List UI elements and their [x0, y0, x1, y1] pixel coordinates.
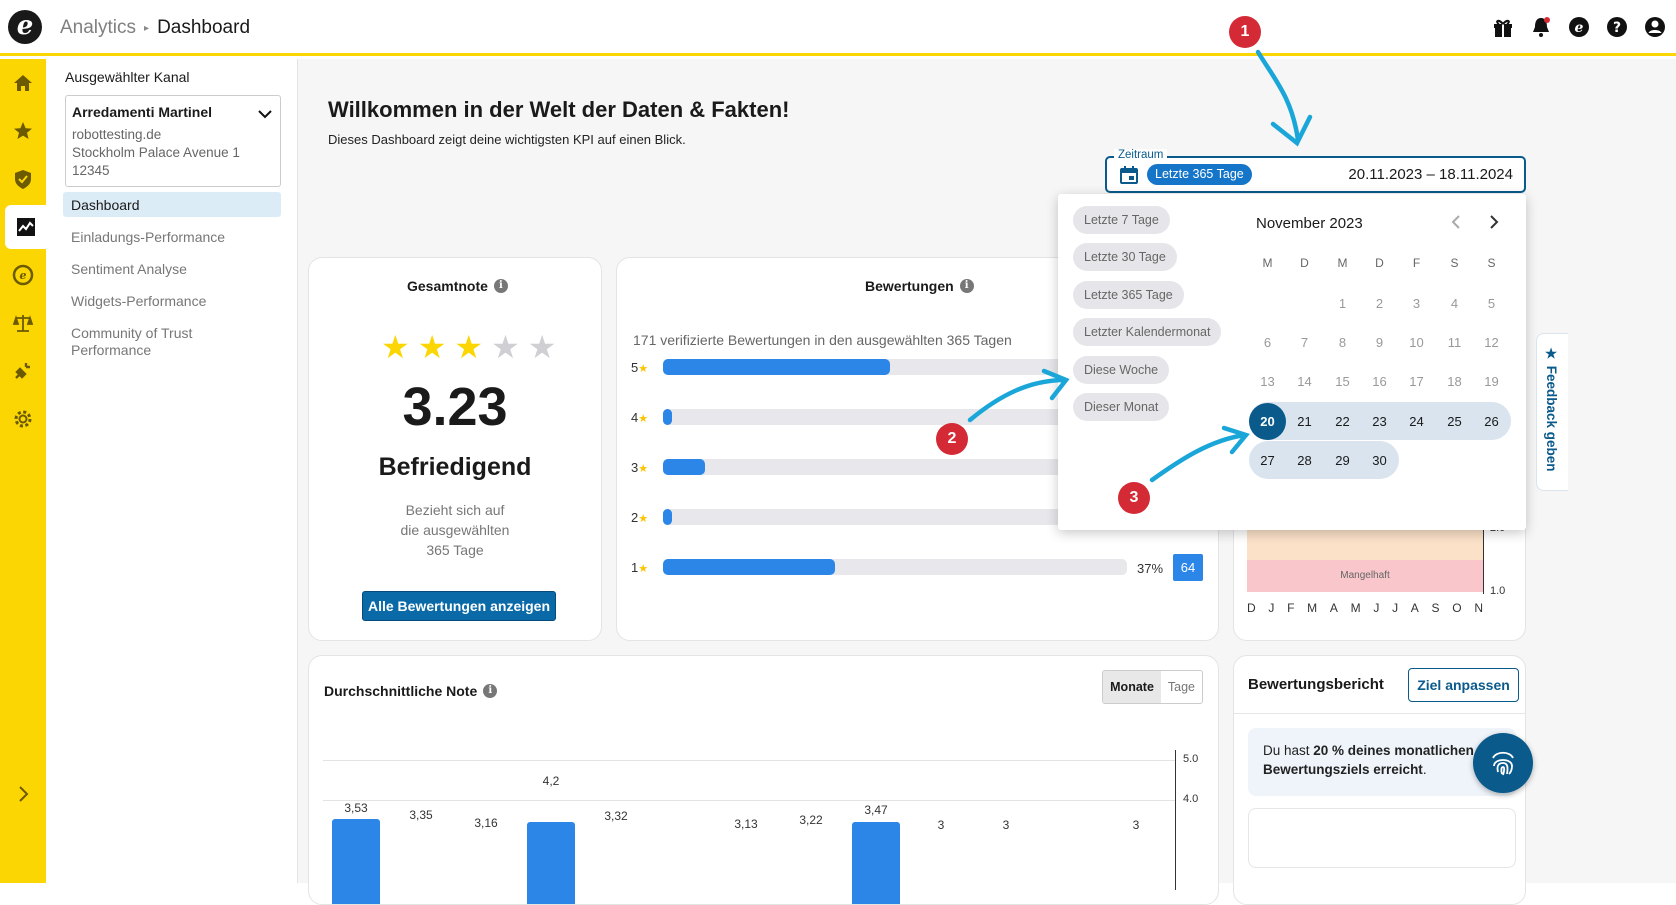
arrow-3 — [1149, 432, 1248, 483]
arrow-2-head — [1041, 368, 1070, 401]
annotation-arrows — [967, 49, 1313, 483]
arrow-2 — [967, 377, 1068, 423]
marker-1: 1 — [1229, 16, 1261, 48]
arrow-1-head — [1270, 114, 1313, 147]
marker-2: 2 — [936, 423, 968, 455]
marker-3: 3 — [1118, 482, 1150, 514]
